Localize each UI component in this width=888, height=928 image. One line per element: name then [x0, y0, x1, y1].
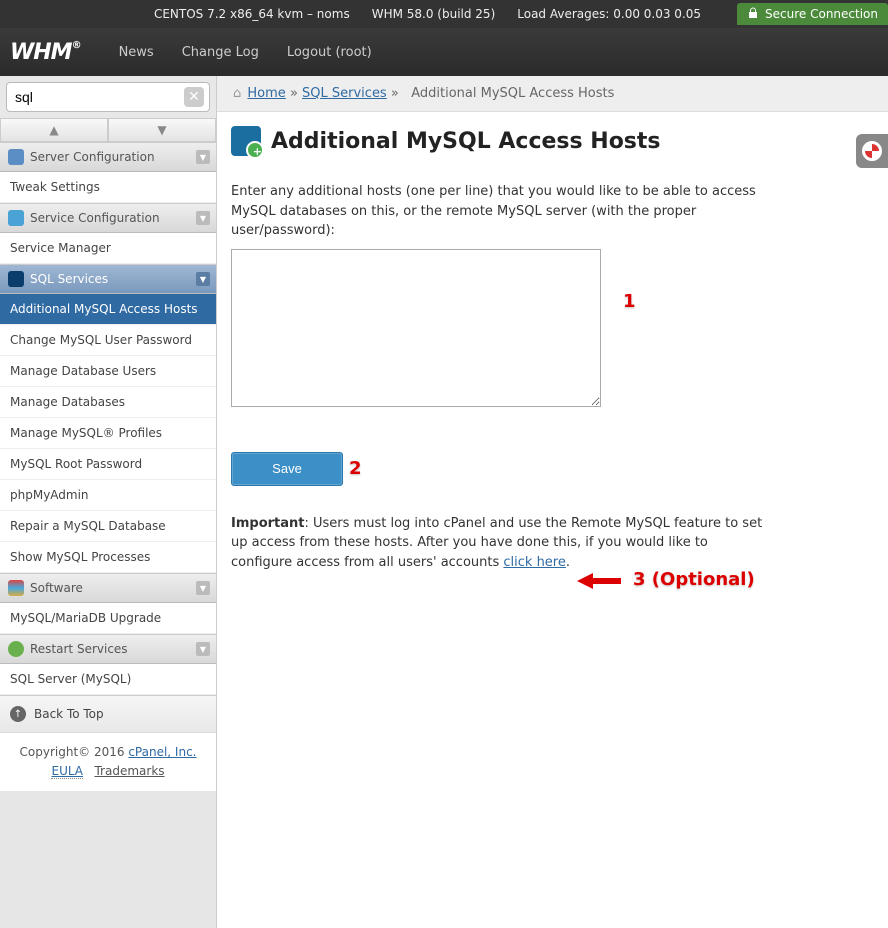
- sidebar-item-manage-databases[interactable]: Manage Databases: [0, 387, 216, 418]
- home-icon: ⌂: [233, 86, 241, 101]
- gear-icon: [8, 149, 24, 165]
- sidebar-item-mysql-mariadb-upgrade[interactable]: MySQL/MariaDB Upgrade: [0, 603, 216, 634]
- page-description: Enter any additional hosts (one per line…: [231, 182, 771, 241]
- group-software[interactable]: Software ▼: [0, 573, 216, 603]
- chevron-down-icon: ▼: [157, 123, 166, 137]
- group-label: Server Configuration: [30, 150, 155, 164]
- breadcrumb-home[interactable]: Home: [247, 86, 285, 101]
- important-note: Important: Users must log into cPanel an…: [231, 514, 771, 573]
- software-icon: [8, 580, 24, 596]
- cpanel-link[interactable]: cPanel, Inc.: [128, 745, 196, 759]
- whm-version: WHM 58.0 (build 25): [372, 7, 496, 21]
- group-label: Restart Services: [30, 642, 128, 656]
- sidebar-item-manage-mysql-profiles[interactable]: Manage MySQL® Profiles: [0, 418, 216, 449]
- breadcrumb: ⌂ Home » SQL Services » Additional MySQL…: [217, 76, 888, 112]
- status-bar: CENTOS 7.2 x86_64 kvm – noms WHM 58.0 (b…: [0, 0, 888, 28]
- group-restart-services[interactable]: Restart Services ▼: [0, 634, 216, 664]
- sidebar-item-manage-database-users[interactable]: Manage Database Users: [0, 356, 216, 387]
- sidebar-spacer: [0, 791, 216, 928]
- sidebar-item-sql-server-mysql[interactable]: SQL Server (MySQL): [0, 664, 216, 695]
- collapse-up-button[interactable]: ▲: [0, 118, 108, 142]
- chevron-down-icon: ▼: [196, 150, 210, 164]
- chevron-down-icon: ▼: [196, 211, 210, 225]
- sidebar-item-tweak-settings[interactable]: Tweak Settings: [0, 172, 216, 203]
- sidebar-item-show-mysql-processes[interactable]: Show MySQL Processes: [0, 542, 216, 573]
- arrow-up-icon: ↑: [10, 706, 26, 722]
- group-service-configuration[interactable]: Service Configuration ▼: [0, 203, 216, 233]
- sidebar-item-additional-mysql-access-hosts[interactable]: Additional MySQL Access Hosts: [0, 294, 216, 325]
- breadcrumb-sql-services[interactable]: SQL Services: [302, 86, 387, 101]
- chevron-down-icon: ▼: [196, 272, 210, 286]
- whm-logo: WHM®: [10, 40, 81, 65]
- group-server-configuration[interactable]: Server Configuration ▼: [0, 142, 216, 172]
- sidebar-item-change-mysql-user-password[interactable]: Change MySQL User Password: [0, 325, 216, 356]
- annotation-3: 3 (Optional): [633, 569, 755, 590]
- page-title: Additional MySQL Access Hosts: [271, 129, 661, 154]
- collapse-down-button[interactable]: ▼: [108, 118, 216, 142]
- search-input[interactable]: [6, 82, 210, 112]
- sidebar-item-repair-mysql-database[interactable]: Repair a MySQL Database: [0, 511, 216, 542]
- help-button[interactable]: [856, 134, 888, 168]
- nav-change-log[interactable]: Change Log: [168, 45, 273, 60]
- lock-icon: [747, 7, 759, 22]
- chevron-down-icon: ▼: [196, 642, 210, 656]
- access-hosts-textarea[interactable]: [231, 249, 601, 407]
- configure-all-users-link[interactable]: click here: [503, 555, 565, 570]
- secure-connection-label: Secure Connection: [765, 7, 878, 21]
- sidebar-item-mysql-root-password[interactable]: MySQL Root Password: [0, 449, 216, 480]
- chevron-down-icon: ▼: [196, 581, 210, 595]
- important-label: Important: [231, 516, 305, 531]
- sidebar: ✕ ▲ ▼ Server Configuration ▼ Tweak Setti…: [0, 76, 217, 928]
- group-label: Software: [30, 581, 83, 595]
- annotation-2: 2: [349, 458, 362, 479]
- clear-search-icon[interactable]: ✕: [184, 87, 204, 107]
- group-label: Service Configuration: [30, 211, 160, 225]
- secure-connection-badge: Secure Connection: [737, 3, 888, 25]
- copyright-footer: Copyright© 2016 cPanel, Inc. EULA Tradem…: [0, 732, 216, 791]
- nav-logout[interactable]: Logout (root): [273, 45, 386, 60]
- lifesaver-icon: [862, 141, 882, 161]
- header-nav: WHM® News Change Log Logout (root): [0, 28, 888, 76]
- group-sql-services[interactable]: SQL Services ▼: [0, 264, 216, 294]
- chevron-up-icon: ▲: [49, 123, 58, 137]
- group-label: SQL Services: [30, 272, 108, 286]
- nav-news[interactable]: News: [105, 45, 168, 60]
- os-info: CENTOS 7.2 x86_64 kvm – noms: [154, 7, 350, 21]
- back-to-top-button[interactable]: ↑ Back To Top: [0, 695, 216, 732]
- annotation-arrow-icon: [577, 573, 593, 589]
- sidebar-item-service-manager[interactable]: Service Manager: [0, 233, 216, 264]
- gear-icon: [8, 210, 24, 226]
- annotation-1: 1: [623, 291, 636, 312]
- eula-link[interactable]: EULA: [51, 764, 83, 779]
- database-icon: [8, 271, 24, 287]
- trademarks-link[interactable]: Trademarks: [94, 764, 164, 778]
- search-container: ✕: [0, 76, 216, 118]
- sidebar-item-phpmyadmin[interactable]: phpMyAdmin: [0, 480, 216, 511]
- breadcrumb-current: Additional MySQL Access Hosts: [411, 86, 614, 101]
- back-to-top-label: Back To Top: [34, 707, 104, 721]
- load-averages: Load Averages: 0.00 0.03 0.05: [517, 7, 701, 21]
- feature-icon: [231, 126, 261, 156]
- restart-icon: [8, 641, 24, 657]
- content-area: ⌂ Home » SQL Services » Additional MySQL…: [217, 76, 888, 928]
- save-button[interactable]: Save: [231, 452, 343, 486]
